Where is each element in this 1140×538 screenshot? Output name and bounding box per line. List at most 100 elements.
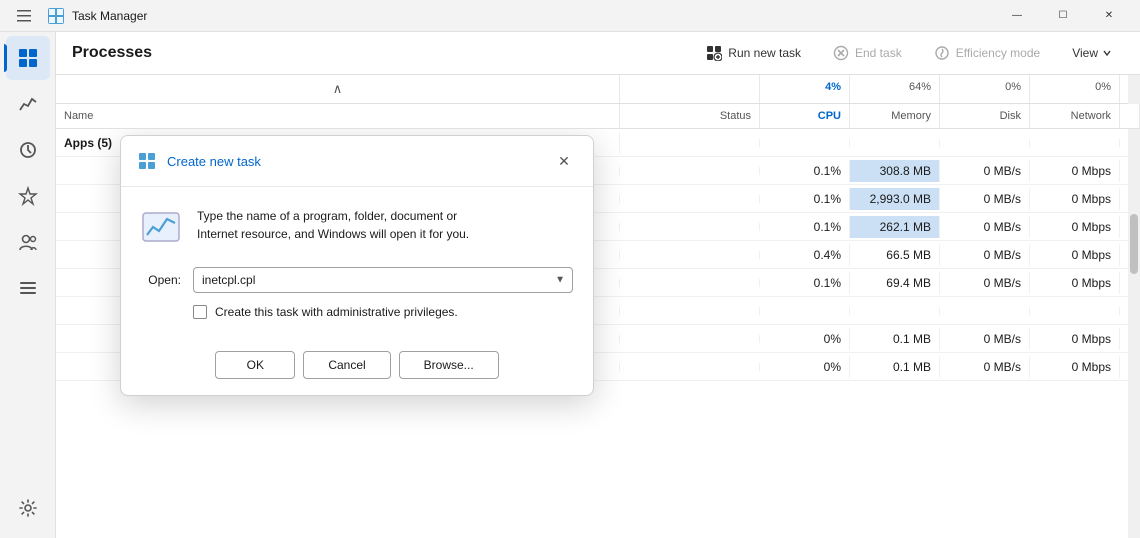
ok-button[interactable]: OK (215, 351, 295, 379)
end-task-button[interactable]: End task (821, 40, 914, 66)
sidebar-item-startup[interactable] (6, 174, 50, 218)
view-label: View (1072, 46, 1098, 60)
row-disk: 0 MB/s (940, 356, 1030, 378)
row-cpu: 0.1% (760, 216, 850, 238)
row-disk: 0 MB/s (940, 328, 1030, 350)
close-button[interactable]: ✕ (1086, 0, 1132, 32)
efficiency-icon (934, 45, 950, 61)
row-memory: 0.1 MB (850, 356, 940, 378)
title-bar: Task Manager — ☐ ✕ (0, 0, 1140, 32)
row-memory: 262.1 MB (850, 216, 940, 238)
row-disk: 0 MB/s (940, 160, 1030, 182)
sort-row: ∧ 4% 64% 0% 0% (56, 75, 1140, 104)
efficiency-mode-button[interactable]: Efficiency mode (922, 40, 1053, 66)
maximize-button[interactable]: ☐ (1040, 0, 1086, 32)
cancel-button[interactable]: Cancel (303, 351, 390, 379)
view-menu-button[interactable]: View (1060, 41, 1124, 65)
create-task-dialog: Create new task ✕ (120, 135, 594, 396)
th-network[interactable]: Network (1030, 104, 1120, 128)
chevron-down-icon (1102, 48, 1112, 58)
row-status (620, 363, 760, 371)
dialog-close-button[interactable]: ✕ (551, 148, 577, 174)
sidebar-bottom (6, 486, 50, 530)
dialog-checkbox-row: Create this task with administrative pri… (141, 305, 573, 319)
run-new-task-button[interactable]: Run new task (694, 40, 813, 66)
browse-button[interactable]: Browse... (399, 351, 499, 379)
dialog-footer: OK Cancel Browse... (121, 339, 593, 395)
open-label: Open: (141, 273, 181, 287)
dialog-desc-icon (141, 207, 181, 247)
row-cpu: 0.1% (760, 160, 850, 182)
app-title: Task Manager (72, 9, 986, 23)
row-cpu: 0% (760, 356, 850, 378)
end-task-label: End task (855, 46, 902, 60)
row-memory: 308.8 MB (850, 160, 940, 182)
row-disk: 0 MB/s (940, 244, 1030, 266)
row-cpu: 0.4% (760, 244, 850, 266)
row-status (620, 279, 760, 287)
th-mem-pct: 64% (850, 75, 940, 103)
th-net-pct: 0% (1030, 75, 1120, 103)
window-controls: — ☐ ✕ (994, 0, 1132, 32)
dialog-header: Create new task ✕ (121, 136, 593, 187)
sidebar-item-performance[interactable] (6, 82, 50, 126)
sidebar-item-users[interactable] (6, 220, 50, 264)
dialog-icon (137, 151, 157, 171)
row-network: 0 Mbps (1030, 160, 1120, 182)
toolbar: Processes Run new task (56, 32, 1140, 75)
dialog-title: Create new task (167, 154, 541, 169)
end-task-icon (833, 45, 849, 61)
th-status (620, 75, 760, 103)
sort-arrow-cell[interactable]: ∧ (56, 75, 620, 103)
dialog-input-wrapper: ▼ (193, 267, 573, 293)
dialog-description: Type the name of a program, folder, docu… (141, 207, 573, 247)
scrollbar-track[interactable] (1128, 75, 1140, 538)
table-container[interactable]: ∧ 4% 64% 0% 0% Name Status CPU Memory Di… (56, 75, 1140, 538)
th-cpu[interactable]: CPU (760, 104, 850, 128)
row-cpu: 0% (760, 328, 850, 350)
main-layout: Processes Run new task (0, 32, 1140, 538)
dialog-open-row: Open: ▼ (141, 267, 573, 293)
row-disk: 0 MB/s (940, 216, 1030, 238)
row-status (620, 223, 760, 231)
row-memory: 2,993.0 MB (850, 188, 940, 210)
sidebar-item-details[interactable] (6, 266, 50, 310)
row-disk: 0 MB/s (940, 188, 1030, 210)
row-cpu: 0.1% (760, 188, 850, 210)
row-network: 0 Mbps (1030, 272, 1120, 294)
th-memory[interactable]: Memory (850, 104, 940, 128)
th-scroll-spacer (1120, 104, 1140, 128)
minimize-button[interactable]: — (994, 0, 1040, 32)
th-name[interactable]: Name (56, 104, 620, 128)
row-status (620, 335, 760, 343)
run-task-icon (706, 45, 722, 61)
scrollbar-thumb[interactable] (1130, 214, 1138, 274)
th-disk-pct: 0% (940, 75, 1030, 103)
row-network: 0 Mbps (1030, 356, 1120, 378)
th-cpu-pct: 4% (760, 75, 850, 103)
sidebar-item-history[interactable] (6, 128, 50, 172)
page-title: Processes (72, 44, 686, 62)
row-memory: 0.1 MB (850, 328, 940, 350)
open-input[interactable] (193, 267, 573, 293)
row-status (620, 167, 760, 175)
run-new-task-label: Run new task (728, 46, 801, 60)
row-network: 0 Mbps (1030, 216, 1120, 238)
row-status (620, 251, 760, 259)
sidebar (0, 32, 56, 538)
sidebar-item-processes[interactable] (6, 36, 50, 80)
row-disk: 0 MB/s (940, 272, 1030, 294)
sort-arrow-icon: ∧ (333, 81, 343, 96)
th-disk[interactable]: Disk (940, 104, 1030, 128)
sidebar-item-settings[interactable] (6, 486, 50, 530)
admin-privileges-checkbox[interactable] (193, 305, 207, 319)
row-cpu: 0.1% (760, 272, 850, 294)
hamburger-button[interactable] (8, 0, 40, 32)
dialog-desc-text: Type the name of a program, folder, docu… (197, 207, 469, 243)
th-status[interactable]: Status (620, 104, 760, 128)
app-icon (48, 8, 64, 24)
row-memory: 69.4 MB (850, 272, 940, 294)
row-network: 0 Mbps (1030, 244, 1120, 266)
dialog-body: Type the name of a program, folder, docu… (121, 187, 593, 339)
admin-privileges-label: Create this task with administrative pri… (215, 305, 458, 319)
